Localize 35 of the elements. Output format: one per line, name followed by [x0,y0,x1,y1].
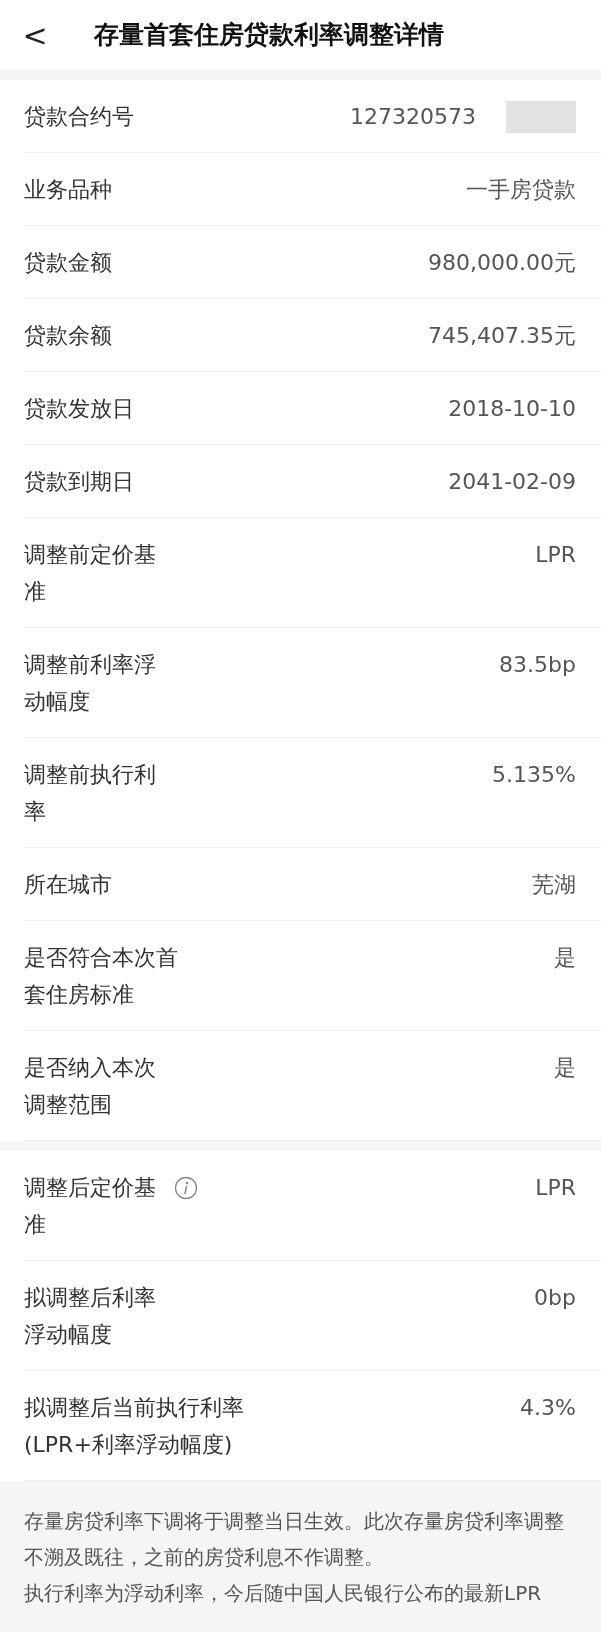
field-label: 贷款金额 [24,249,113,277]
field-label: 是否纳入本次调整范围 [24,1054,157,1119]
field-label: 贷款到期日 [24,468,135,496]
back-button[interactable]: < [20,12,50,58]
page-title: 存量首套住房贷款利率调整详情 [94,19,444,52]
info-icon[interactable] [174,1176,198,1200]
field-value: 5.135% [492,761,576,789]
field-value: 127320573 [350,103,476,131]
field-label: 所在城市 [24,871,113,899]
field-value: 2018-10-10 [448,395,576,423]
field-label: 拟调整后当前执行利率 (LPR+利率浮动幅度) [24,1394,245,1459]
field-value: 是 [554,1054,576,1082]
field-value: 是 [554,944,576,972]
field-value: 0bp [534,1284,576,1312]
field-value: 一手房贷款 [466,176,576,204]
field-value: LPR [535,1174,576,1202]
note-text: 存量房贷利率下调将于调整当日生效。此次存量房贷利率调整不溯及既往，之前的房贷利息不作调整。 [24,1508,565,1571]
field-value: 980,000.00元 [428,249,576,277]
field-label: 贷款发放日 [24,395,135,423]
field-label: 调整前定价基准 [24,541,157,606]
field-label: 调整后定价基准 [24,1174,157,1239]
field-label: 是否符合本次首套住房标准 [24,944,179,1009]
field-label: 业务品种 [24,176,113,204]
field-label: 调整前利率浮动幅度 [24,651,157,716]
field-label: 调整前执行利率 [24,761,157,826]
field-value: LPR [535,541,576,569]
field-value: 芜湖 [532,871,576,899]
field-label: 贷款合约号 [24,103,135,131]
field-value: 745,407.35元 [428,322,576,350]
field-value: 2041-02-09 [448,468,576,496]
field-label: 拟调整后利率浮动幅度 [24,1284,157,1349]
field-label: 贷款余额 [24,322,113,350]
field-value: 4.3% [520,1394,576,1422]
note-text: 执行利率为浮动利率，今后随中国人民银行公布的最新LPR [24,1580,543,1607]
field-value: 83.5bp [499,651,576,679]
